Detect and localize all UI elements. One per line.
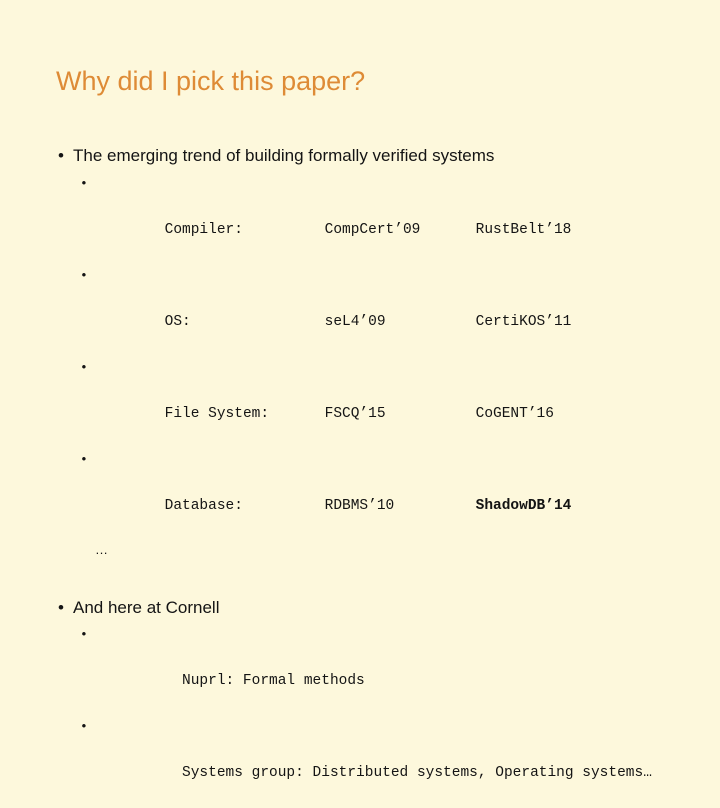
cornell-group-label: Nuprl: Formal methods bbox=[182, 673, 365, 689]
system-example-primary: CompCert’09 bbox=[324, 222, 421, 238]
sub-bullet-dot-icon: • bbox=[80, 627, 88, 642]
system-example-primary: RDBMS’10 bbox=[324, 498, 395, 514]
verified-systems-list: • Compiler: CompCert’09 RustBelt’18 • OS: s… bbox=[56, 173, 696, 559]
system-example-secondary: CertiKOS’11 bbox=[475, 314, 572, 330]
cornell-group-label: Systems group: Distributed systems, Oper… bbox=[182, 765, 652, 781]
bullet-dot-icon: • bbox=[58, 598, 64, 617]
slide-body: • The emerging trend of building formall… bbox=[56, 144, 696, 808]
list-item: • File System: FSCQ’15 CoGENT’16 bbox=[80, 357, 696, 449]
sub-bullet-dot-icon: • bbox=[80, 176, 88, 191]
bullet-dot-icon: • bbox=[58, 146, 64, 165]
system-example-secondary: CoGENT’16 bbox=[475, 406, 554, 422]
bullet-systems-trend: • The emerging trend of building formall… bbox=[56, 144, 696, 167]
system-category-label: OS: bbox=[164, 314, 191, 330]
list-item: • Systems group: Distributed systems, Op… bbox=[80, 716, 696, 808]
page-title: Why did I pick this paper? bbox=[56, 66, 366, 96]
sub-bullet-dot-icon: • bbox=[80, 268, 88, 283]
sub-bullet-dot-icon: • bbox=[80, 719, 88, 734]
list-item: • OS: seL4’09 CertiKOS’11 bbox=[80, 265, 696, 357]
bullet-cornell: • And here at Cornell bbox=[56, 596, 696, 619]
cornell-section: • And here at Cornell • Nuprl: Formal me… bbox=[56, 596, 696, 808]
system-example-primary: FSCQ’15 bbox=[324, 406, 386, 422]
bullet-systems-trend-label: The emerging trend of building formally … bbox=[73, 146, 495, 165]
cornell-group-list: • Nuprl: Formal methods • Systems group:… bbox=[56, 624, 696, 808]
system-category-label: File System: bbox=[164, 406, 270, 422]
system-example-primary: seL4’09 bbox=[324, 314, 386, 330]
system-example-secondary: RustBelt’18 bbox=[475, 222, 572, 238]
list-item: • Nuprl: Formal methods bbox=[80, 624, 696, 716]
list-item: • Database: RDBMS’10 ShadowDB’14 bbox=[80, 449, 696, 541]
system-category-label: Database: bbox=[164, 498, 243, 514]
slide: Why did I pick this paper? • The emergin… bbox=[0, 0, 720, 781]
list-item: • Compiler: CompCert’09 RustBelt’18 bbox=[80, 173, 696, 265]
bullet-cornell-label: And here at Cornell bbox=[73, 598, 220, 617]
sub-bullet-dot-icon: • bbox=[80, 360, 88, 375]
system-category-label: Compiler: bbox=[164, 222, 243, 238]
sub-bullet-dot-icon: • bbox=[80, 452, 88, 467]
system-example-secondary-highlighted: ShadowDB’14 bbox=[475, 498, 572, 514]
list-continuation-ellipsis: … bbox=[95, 542, 108, 557]
